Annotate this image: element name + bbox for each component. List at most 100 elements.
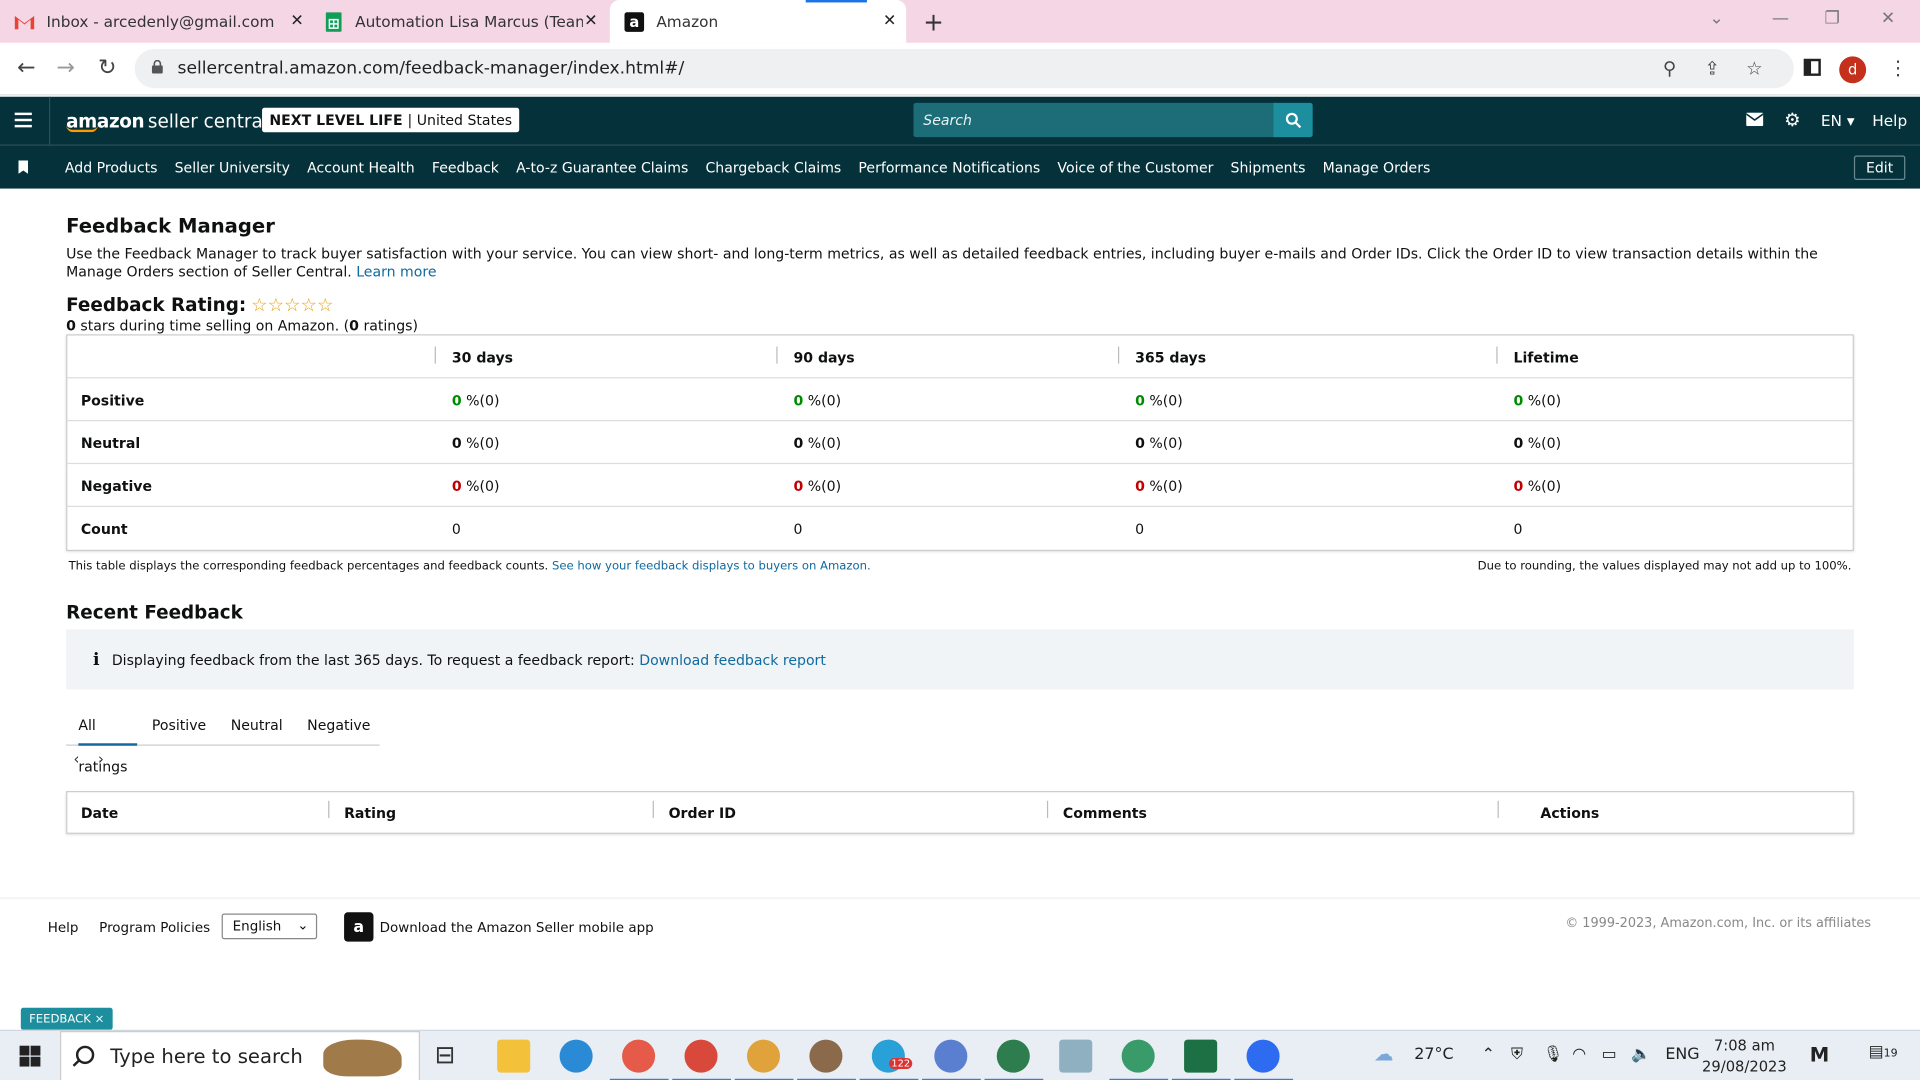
mail-icon[interactable] <box>1745 111 1764 129</box>
chrome-profile-icon[interactable] <box>734 1039 794 1080</box>
reload-icon[interactable]: ↻ <box>98 55 116 81</box>
column-rating[interactable]: Rating <box>344 804 396 821</box>
share-icon[interactable]: ⇪ <box>1705 58 1720 80</box>
footer-help-link[interactable]: Help <box>48 920 79 936</box>
edit-nav-button[interactable]: Edit <box>1853 155 1906 181</box>
chrome-profile-icon[interactable] <box>922 1039 981 1080</box>
help-link[interactable]: Help <box>1872 111 1907 129</box>
battery-icon[interactable]: ▭ <box>1602 1046 1617 1064</box>
search-input[interactable]: Search <box>913 102 1276 138</box>
zoom-icon[interactable] <box>1234 1039 1294 1080</box>
column-date[interactable]: Date <box>81 804 118 821</box>
back-icon[interactable]: ← <box>17 55 35 81</box>
microphone-icon[interactable]: 🎙 <box>1543 1046 1563 1064</box>
nav-a-to-z-claims[interactable]: A-to-z Guarantee Claims <box>516 159 688 176</box>
tab-gmail[interactable]: Inbox - arcedenly@gmail.com - G ✕ <box>14 0 314 43</box>
windows-start-icon[interactable] <box>19 1045 41 1067</box>
nav-shipments[interactable]: Shipments <box>1231 159 1306 176</box>
feedback-manager-content: Feedback Manager Use the Feedback Manage… <box>66 214 1854 834</box>
browser-menu-icon[interactable]: ⋮ <box>1888 56 1908 79</box>
security-icon[interactable]: ⛨ <box>1511 1046 1523 1064</box>
cell: 0 <box>1513 520 1523 538</box>
tab-negative[interactable]: Negative <box>295 703 383 745</box>
row-label: Negative <box>80 477 153 495</box>
search-button[interactable] <box>1273 102 1313 138</box>
app-logo-icon[interactable]: M <box>1810 1043 1829 1066</box>
chevron-left-icon[interactable]: ‹ <box>73 751 79 768</box>
table-note-text: This table displays the corresponding fe… <box>68 559 549 574</box>
snipping-tool-icon[interactable] <box>609 1039 669 1080</box>
column-order-id[interactable]: Order ID <box>669 804 736 821</box>
tab-positive[interactable]: Positive <box>140 703 219 745</box>
rating-summary-text: stars during time selling on Amazon. ( <box>75 317 350 335</box>
program-policies-link[interactable]: Program Policies <box>99 920 210 936</box>
clock[interactable]: 7:08 am 29/08/2023 <box>1702 1036 1787 1078</box>
new-tab-icon[interactable]: + <box>923 7 944 36</box>
close-tab-icon[interactable]: ✕ <box>883 12 896 30</box>
bookmark-star-icon[interactable]: ☆ <box>1746 58 1762 80</box>
hamburger-menu-icon[interactable] <box>14 112 32 128</box>
weather-temp[interactable]: 27°C <box>1414 1046 1453 1064</box>
notepad-icon[interactable] <box>1059 1039 1093 1073</box>
tab-neutral[interactable]: Neutral <box>218 703 294 745</box>
column-lifetime: Lifetime <box>1513 348 1579 367</box>
excel-icon[interactable] <box>1171 1039 1231 1080</box>
notification-icon[interactable]: ▤19 <box>1869 1043 1898 1061</box>
store-switcher[interactable]: NEXT LEVEL LIFE | United States <box>262 107 520 133</box>
chevron-right-icon[interactable]: › <box>98 751 104 768</box>
seller-central-logo[interactable]: amazon seller central <box>48 96 268 145</box>
column-comments[interactable]: Comments <box>1063 804 1147 821</box>
nav-chargeback-claims[interactable]: Chargeback Claims <box>705 159 841 176</box>
omnibox[interactable]: sellercentral.amazon.com/feedback-manage… <box>134 48 1794 89</box>
download-app-link[interactable]: Download the Amazon Seller mobile app <box>380 920 654 936</box>
tab-amazon[interactable]: a Amazon ✕ <box>609 0 907 43</box>
tab-sheets[interactable]: Automation Lisa Marcus (Team C ✕ <box>323 0 607 43</box>
task-view-icon[interactable]: ⊟ <box>435 1040 468 1073</box>
input-language[interactable]: ENG <box>1665 1046 1699 1064</box>
profile-avatar[interactable]: d <box>1839 56 1867 84</box>
nav-voice-of-customer[interactable]: Voice of the Customer <box>1057 159 1213 176</box>
nav-performance-notifications[interactable]: Performance Notifications <box>858 159 1040 176</box>
nav-manage-orders[interactable]: Manage Orders <box>1323 159 1431 176</box>
nav-feedback[interactable]: Feedback <box>432 159 499 176</box>
taskbar-search-input[interactable]: Type here to search <box>60 1031 421 1080</box>
minimize-icon[interactable]: — <box>1772 9 1789 29</box>
edge-icon[interactable] <box>559 1039 593 1073</box>
volume-icon[interactable]: 🔈 <box>1631 1046 1651 1064</box>
language-select[interactable]: English ⌄ <box>221 913 318 940</box>
settings-gear-icon[interactable]: ⚙ <box>1784 109 1800 131</box>
nav-account-health[interactable]: Account Health <box>307 159 415 176</box>
side-panel-icon[interactable] <box>1803 58 1821 76</box>
chrome-profile-icon[interactable] <box>1109 1039 1169 1080</box>
tab-all-ratings[interactable]: All ratings <box>66 703 140 774</box>
chrome-profile-icon[interactable] <box>672 1039 732 1080</box>
weather-icon[interactable]: ☁ <box>1374 1042 1394 1065</box>
see-how-feedback-link[interactable]: See how your feedback displays to buyers… <box>552 560 871 573</box>
forward-icon[interactable]: → <box>56 55 74 81</box>
cell: 0 <box>1135 520 1145 538</box>
table-note: This table displays the corresponding fe… <box>69 560 871 573</box>
telegram-icon[interactable]: 122 <box>859 1039 919 1080</box>
tab-search-icon[interactable]: ⌄ <box>1709 9 1723 29</box>
nav-seller-university[interactable]: Seller University <box>175 159 290 176</box>
amazon-app-icon[interactable]: a <box>344 912 374 942</box>
tray-chevron-up-icon[interactable]: ⌃ <box>1482 1046 1495 1064</box>
restore-icon[interactable]: ❐ <box>1825 9 1840 29</box>
bookmark-icon[interactable] <box>18 160 29 174</box>
windows-taskbar: Type here to search ⊟ 122 ☁ 27°C ⌃ ⛨ 🎙 ◠… <box>0 1029 1920 1080</box>
zoom-icon[interactable]: ⚲ <box>1663 58 1676 80</box>
learn-more-link[interactable]: Learn more <box>356 263 436 280</box>
chrome-profile-icon[interactable] <box>797 1039 856 1080</box>
download-feedback-report-link[interactable]: Download feedback report <box>639 651 826 668</box>
url-text: sellercentral.amazon.com/feedback-manage… <box>177 58 685 79</box>
window-close-icon[interactable]: ✕ <box>1881 9 1895 29</box>
close-tab-icon[interactable]: ✕ <box>584 12 597 30</box>
table-row-neutral: Neutral 0 %(0) 0 %(0) 0 %(0) 0 %(0) <box>67 421 1853 465</box>
close-tab-icon[interactable]: ✕ <box>290 12 303 30</box>
wifi-icon[interactable]: ◠ <box>1572 1046 1586 1064</box>
language-selector[interactable]: EN ▾ <box>1821 111 1855 129</box>
file-explorer-icon[interactable] <box>497 1039 531 1073</box>
nav-add-products[interactable]: Add Products <box>65 159 158 176</box>
chrome-profile-icon[interactable] <box>984 1039 1044 1080</box>
feedback-tag-button[interactable]: FEEDBACK × <box>20 1007 113 1030</box>
